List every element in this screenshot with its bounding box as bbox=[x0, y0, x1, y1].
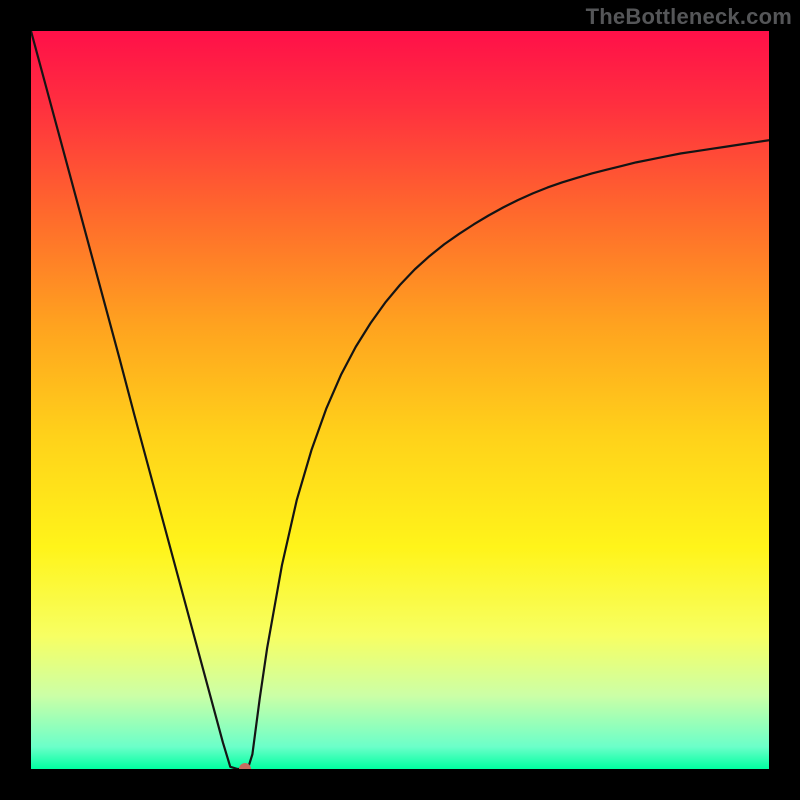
chart-area bbox=[31, 31, 769, 769]
watermark-label: TheBottleneck.com bbox=[586, 4, 792, 30]
chart-svg bbox=[31, 31, 769, 769]
gradient-background bbox=[31, 31, 769, 769]
